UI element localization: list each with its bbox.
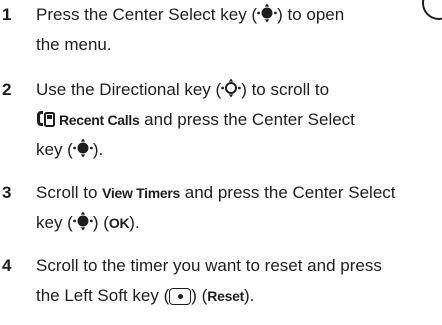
step-number: 1 — [2, 5, 12, 24]
step-text: Scroll to the timer you want to reset an… — [36, 251, 440, 311]
step-line: the Left Soft key ( ) (Reset). — [36, 281, 440, 311]
text-run: ) to scroll to — [241, 80, 330, 99]
left-soft-key-icon — [169, 288, 192, 305]
directional-key-icon — [221, 78, 241, 98]
text-run: Press the Center Select key ( — [36, 5, 258, 24]
text-run: Use the Directional key ( — [36, 80, 222, 99]
step-line: Press the Center Select key ( ) to open — [36, 0, 440, 30]
center-select-key-icon — [73, 211, 93, 231]
step-line: the menu. — [36, 30, 440, 60]
center-select-key-icon — [73, 138, 93, 158]
text-run: ). — [129, 213, 140, 232]
step-line: key ( ) (OK). — [36, 208, 440, 238]
text-run: ). — [92, 140, 104, 159]
reset-label: Reset — [207, 288, 244, 304]
recent-calls-icon — [37, 111, 55, 127]
center-select-key-icon — [257, 3, 277, 23]
step-text: Use the Directional key () to scroll to … — [36, 75, 440, 165]
step-number: 2 — [2, 80, 12, 99]
step-line: Scroll to the timer you want to reset an… — [36, 251, 440, 281]
step-text: Press the Center Select key ( ) to open t… — [36, 0, 440, 60]
step-number: 3 — [2, 183, 12, 202]
step-text: Scroll to View Timers and press the Cent… — [36, 178, 440, 238]
text-run: and press the Center Select — [180, 183, 396, 202]
text-run: the menu. — [36, 35, 112, 54]
step-line: Use the Directional key ( ) to scroll to — [36, 75, 440, 105]
text-run: key ( — [36, 213, 73, 232]
text-run: ) ( — [191, 286, 208, 305]
text-run: Scroll to — [36, 183, 103, 202]
text-run: ). — [243, 286, 255, 305]
ok-label: OK — [108, 215, 130, 231]
text-run: Scroll to the timer you want to reset an… — [36, 256, 382, 275]
step-number: 4 — [2, 256, 12, 275]
text-run: key ( — [36, 140, 73, 159]
text-run: ) ( — [92, 213, 109, 232]
step-line: key (). — [36, 135, 440, 165]
step-line: Recent Calls and press the Center Select — [36, 105, 440, 135]
text-run: ) to open — [277, 5, 345, 24]
recent-calls-label: Recent Calls — [59, 112, 140, 128]
text-run: and press the Center Select — [139, 110, 355, 129]
step-line: Scroll to View Timers and press the Cent… — [36, 178, 440, 208]
text-run: the Left Soft key ( — [36, 286, 170, 305]
view-timers-label: View Timers — [102, 185, 181, 201]
